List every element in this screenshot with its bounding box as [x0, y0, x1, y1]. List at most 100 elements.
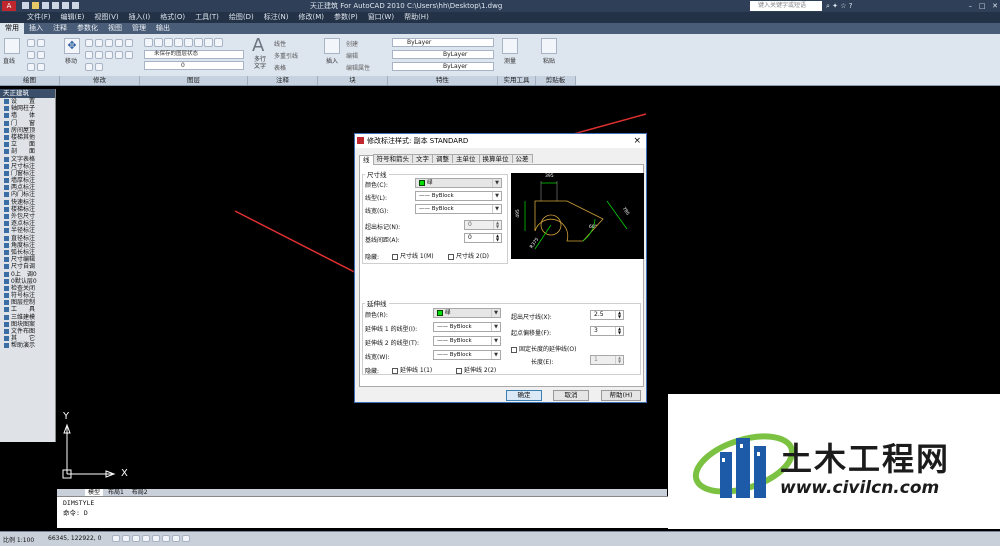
extline-lineweight-combo[interactable]: —— ByBlock ▼: [433, 350, 501, 360]
panel-menu-item[interactable]: 三维建模: [0, 314, 55, 321]
maximize-icon[interactable]: □: [979, 2, 986, 10]
tab-output[interactable]: 输出: [151, 23, 175, 34]
menu-item[interactable]: 工具(T): [190, 12, 224, 23]
panel-menu-item[interactable]: 工 具: [0, 306, 55, 313]
layer-state-dropdown[interactable]: 未保存的图层状态: [144, 50, 244, 59]
window-controls[interactable]: – □ ✕: [940, 1, 998, 11]
multileader-button[interactable]: 多重引线: [274, 51, 298, 60]
checkbox-icon[interactable]: [392, 367, 398, 374]
close-icon[interactable]: ✕: [992, 2, 998, 10]
suppress-dimline2-checkbox[interactable]: 尺寸线 2(D): [448, 251, 489, 260]
edit-block-button[interactable]: 编辑: [346, 51, 358, 60]
layer-current-dropdown[interactable]: 0: [144, 61, 244, 70]
edit-attribute-button[interactable]: 编辑属性: [346, 63, 370, 72]
panel-menu-item[interactable]: 快速标注: [0, 199, 55, 206]
group-properties[interactable]: 特性: [388, 76, 498, 85]
menu-item[interactable]: 绘图(D): [224, 12, 259, 23]
help-toolbar-icons[interactable]: ⌕ ✦ ☆ ?: [826, 2, 852, 10]
menu-item[interactable]: 帮助(H): [399, 12, 434, 23]
tab-annotate[interactable]: 注释: [48, 23, 72, 34]
panel-menu-item[interactable]: 0默认层0: [0, 278, 55, 285]
ok-button[interactable]: 确定: [506, 390, 542, 401]
menu-item[interactable]: 窗口(W): [363, 12, 399, 23]
table-button[interactable]: 表格: [274, 63, 286, 72]
extline-color-combo[interactable]: 绿 ▼: [433, 308, 501, 318]
panel-menu-item[interactable]: 直径标注: [0, 235, 55, 242]
redo-icon[interactable]: [62, 2, 69, 9]
new-icon[interactable]: [22, 2, 29, 9]
dimline-color-combo[interactable]: 绿 ▼: [415, 178, 502, 188]
group-block[interactable]: 块: [318, 76, 388, 85]
print-icon[interactable]: [72, 2, 79, 9]
menu-item[interactable]: 文件(F): [22, 12, 56, 23]
extline1-linetype-combo[interactable]: —— ByBlock ▼: [433, 322, 501, 332]
tab-home[interactable]: 常用: [0, 23, 24, 34]
autocad-logo-icon[interactable]: A: [2, 1, 16, 11]
fixed-length-checkbox[interactable]: 固定长度的延伸线(O): [511, 344, 576, 353]
group-clipboard[interactable]: 剪贴板: [536, 76, 576, 85]
panel-menu-item[interactable]: 尺寸自调: [0, 263, 55, 270]
panel-menu-item[interactable]: 帮助演示: [0, 342, 55, 349]
panel-menu-item[interactable]: 图块图案: [0, 321, 55, 328]
scale-readout[interactable]: 比例 1:100: [3, 535, 34, 544]
minimize-icon[interactable]: –: [969, 2, 973, 10]
panel-menu-item[interactable]: 检查关闭: [0, 285, 55, 292]
quick-access-toolbar[interactable]: [22, 2, 112, 10]
open-icon[interactable]: [32, 2, 39, 9]
suppress-extline1-checkbox[interactable]: 延伸线 1(1): [392, 365, 432, 374]
tab-tolerances[interactable]: 公差: [511, 154, 533, 163]
extend-beyond-spinner[interactable]: 2.5 ▲ ▼: [590, 310, 624, 320]
color-dropdown[interactable]: ByLayer: [392, 38, 494, 47]
checkbox-icon[interactable]: [448, 253, 454, 260]
dialog-close-button[interactable]: ×: [633, 134, 641, 148]
move-tool-icon[interactable]: ✥: [64, 38, 80, 54]
group-layers[interactable]: 图层: [140, 76, 248, 85]
panel-menu-item[interactable]: 尺寸标注: [0, 163, 55, 170]
tab-symbols-arrows[interactable]: 符号和箭头: [372, 154, 413, 163]
tab-primary-units[interactable]: 主单位: [452, 154, 480, 163]
panel-menu-item[interactable]: 门 窗: [0, 120, 55, 127]
dimline-lineweight-combo[interactable]: —— ByBlock ▼: [415, 204, 502, 214]
linetype-dropdown[interactable]: ByLayer: [392, 50, 494, 59]
create-block-button[interactable]: 创建: [346, 39, 358, 48]
panel-menu-item[interactable]: 半径标注: [0, 227, 55, 234]
origin-offset-spinner[interactable]: 3 ▲ ▼: [590, 326, 624, 336]
save-icon[interactable]: [42, 2, 49, 9]
group-draw[interactable]: 绘图: [0, 76, 60, 85]
group-modify[interactable]: 修改: [60, 76, 140, 85]
tab-parametric[interactable]: 参数化: [72, 23, 103, 34]
measure-icon[interactable]: [502, 38, 518, 54]
extline2-linetype-combo[interactable]: —— ByBlock ▼: [433, 336, 501, 346]
tab-layout1[interactable]: 布局1: [105, 489, 127, 496]
tab-manage[interactable]: 管理: [127, 23, 151, 34]
tab-insert[interactable]: 插入: [24, 23, 48, 34]
suppress-dimline1-checkbox[interactable]: 尺寸线 1(M): [392, 251, 434, 260]
dimline-linetype-combo[interactable]: —— ByBlock ▼: [415, 191, 502, 201]
undo-icon[interactable]: [52, 2, 59, 9]
drafting-toggles[interactable]: [112, 535, 232, 543]
line-tool-icon[interactable]: [4, 38, 20, 54]
panel-menu-item[interactable]: 门窗标注: [0, 170, 55, 177]
checkbox-icon[interactable]: [511, 346, 517, 353]
tab-model[interactable]: 模型: [85, 489, 104, 496]
lineweight-dropdown[interactable]: ByLayer: [392, 62, 494, 71]
menu-item[interactable]: 修改(M): [293, 12, 329, 23]
length-spinner[interactable]: 1 ▲ ▼: [590, 355, 624, 365]
layer-tools[interactable]: [144, 38, 244, 48]
panel-menu-item[interactable]: 文字表格: [0, 156, 55, 163]
panel-menu-item[interactable]: 房间屋顶: [0, 127, 55, 134]
menu-item[interactable]: 参数(P): [329, 12, 363, 23]
help-button[interactable]: 帮助(H): [601, 390, 641, 401]
text-tool-icon[interactable]: A: [252, 36, 264, 56]
panel-menu-item[interactable]: 内门标注: [0, 191, 55, 198]
linear-dim-button[interactable]: 线性: [274, 39, 286, 48]
checkbox-icon[interactable]: [456, 367, 462, 374]
group-annotation[interactable]: 注释: [248, 76, 318, 85]
draw-tools[interactable]: [26, 38, 54, 72]
tab-view[interactable]: 视图: [103, 23, 127, 34]
panel-menu-item[interactable]: 0上 调0: [0, 271, 55, 278]
tab-fit[interactable]: 调整: [432, 154, 453, 163]
extend-ticks-spinner[interactable]: 0 ▲ ▼: [464, 220, 502, 230]
menu-item[interactable]: 插入(I): [124, 12, 156, 23]
group-utilities[interactable]: 实用工具: [498, 76, 536, 85]
